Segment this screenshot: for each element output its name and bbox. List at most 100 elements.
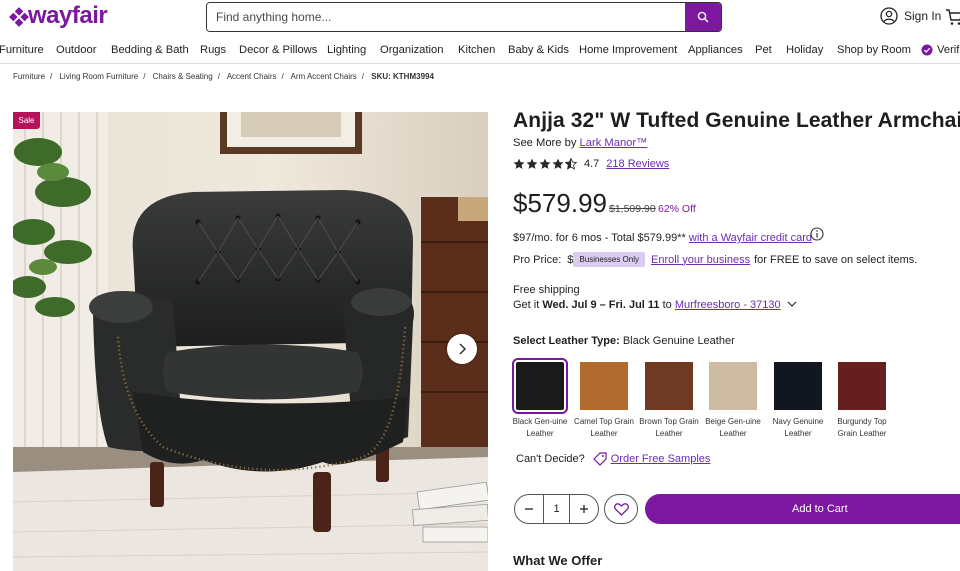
financing-line: $97/mo. for 6 mos - Total $579.99** with… [513,232,812,244]
financing-text: $97/mo. for 6 mos - Total $579.99** [513,232,686,244]
favorite-button[interactable] [604,494,638,524]
sign-in-label: Sign In [904,9,942,23]
breadcrumb-item[interactable]: Chairs & Seating [153,72,213,81]
swatch-label: Brown Top Grain Leather [639,417,699,438]
minus-icon [524,508,533,510]
nav-item-shop-by-room[interactable]: Shop by Room [837,44,911,56]
nav-item-lighting[interactable]: Lighting [327,44,366,56]
cant-decide-label: Can't Decide? [516,453,585,465]
delivery-estimate: Get it Wed. Jul 9 – Fri. Jul 11 to Murfr… [513,299,797,311]
nav-item-appliances[interactable]: Appliances [688,44,743,56]
nav-item-baby-kids[interactable]: Baby & Kids [508,44,569,56]
verified-badge-icon [921,44,933,56]
samples-line: Can't Decide? Order Free Samples [516,452,710,466]
swatch-label: Camel Top Grain Leather [574,417,634,438]
brand-link[interactable]: Lark Manor™ [580,137,648,149]
decrease-quantity-button[interactable] [515,495,543,523]
star-rating [513,158,578,170]
delivery-location-link[interactable]: Murfreesboro - 37130 [675,299,781,311]
pro-price-line: Pro Price: $ Businesses Only Enroll your… [513,252,917,267]
enroll-business-link[interactable]: Enroll your business [651,254,750,266]
nav-item-holiday[interactable]: Holiday [786,44,823,56]
leather-type-heading: Select Leather Type: Black Genuine Leath… [513,335,735,347]
quantity-stepper: 1 [514,494,599,524]
reviews-link[interactable]: 218 Reviews [606,158,669,170]
nav-item-outdoor[interactable]: Outdoor [56,44,96,56]
nav-item-pet[interactable]: Pet [755,44,772,56]
sale-badge: Sale [13,112,40,129]
nav-item-decor-pillows[interactable]: Decor & Pillows [239,44,317,56]
wayfair-logo[interactable]: wayfair [9,2,108,30]
order-samples-link[interactable]: Order Free Samples [611,453,711,465]
what-we-offer-heading: What We Offer [513,553,603,568]
select-leather-label: Select Leather Type: [513,335,620,347]
add-to-cart-label: Add to Cart [792,503,848,515]
sale-price: $579.99 [513,188,607,218]
breadcrumb: Furniture / Living Room Furniture / Chairs… [13,72,434,81]
star-icon [513,158,525,169]
logo-text: wayfair [28,2,108,29]
search-button[interactable] [685,3,721,31]
account-icon [880,7,898,25]
info-icon [810,227,824,241]
nav-item-home-improvement[interactable]: Home Improvement [579,44,677,56]
delivery-dates: Wed. Jul 9 – Fri. Jul 11 [542,299,660,311]
breadcrumb-item[interactable]: Arm Accent Chairs [291,72,357,81]
add-to-cart-button[interactable]: Add to Cart [645,494,960,524]
credit-card-link[interactable]: with a Wayfair credit card [689,232,812,244]
breadcrumb-item[interactable]: Accent Chairs [227,72,277,81]
nav-item-organization[interactable]: Organization [380,44,443,56]
get-it-label: Get it [513,299,540,311]
sign-in-button[interactable]: Sign In [880,7,941,25]
discount-label: 62% Off [658,203,696,215]
next-image-button[interactable] [447,334,477,364]
armchair-photo [13,112,488,571]
financing-info-button[interactable] [810,227,824,246]
to-label: to [662,299,672,311]
heart-icon [613,502,629,516]
rating-summary: 4.7 218 Reviews [513,158,669,170]
search-input[interactable] [207,3,687,31]
category-nav: Furniture Outdoor Bedding & Bath Rugs De… [0,38,960,64]
brand-line: See More by Lark Manor™ [513,137,647,149]
star-icon [526,158,538,169]
product-image[interactable] [13,112,488,571]
enroll-suffix: for FREE to save on select items. [754,253,918,266]
free-shipping-label: Free shipping [513,284,580,296]
swatch-brown-top-grain-leather[interactable] [645,362,693,410]
plus-icon [580,505,589,513]
logo-pinwheel-icon [9,7,29,27]
nav-item-rugs[interactable]: Rugs [200,44,226,56]
swatch-label: Burgundy Top Grain Leather [837,417,887,438]
star-icon [552,158,564,169]
star-half-icon [565,158,577,170]
cart-icon [946,9,960,25]
cart-button[interactable] [945,8,960,31]
verified-link[interactable]: Verifi [921,44,960,56]
nav-item-bedding-bath[interactable]: Bedding & Bath [111,44,189,56]
nav-item-kitchen[interactable]: Kitchen [458,44,495,56]
breadcrumb-item[interactable]: Living Room Furniture [59,72,138,81]
businesses-only-badge: Businesses Only [573,252,646,267]
tag-icon [592,452,607,466]
search-bar [206,2,722,32]
swatch-beige-genuine-leather[interactable] [709,362,757,410]
swatch-navy-genuine-leather[interactable] [774,362,822,410]
swatch-burgundy-top-grain-leather[interactable] [838,362,886,410]
pro-price-label: Pro Price: [513,253,562,266]
increase-quantity-button[interactable] [570,495,598,523]
nav-item-furniture[interactable]: Furniture [0,44,44,56]
rating-value: 4.7 [584,158,600,170]
swatch-camel-top-grain-leather[interactable] [580,362,628,410]
product-title: Anjja 32" W Tufted Genuine Leather Armch… [513,109,960,132]
site-header: wayfair Sign In [0,0,960,38]
chevron-down-icon[interactable] [787,300,797,308]
original-price: $1,509.90 [609,203,656,215]
swatch-label: Navy Genuine Leather [772,417,824,438]
selected-leather-value: Black Genuine Leather [622,335,735,347]
chevron-right-icon [459,343,467,355]
breadcrumb-item[interactable]: Furniture [13,72,45,81]
swatch-black-genuine-leather[interactable] [512,358,568,414]
swatch-label: Black Gen-uine Leather [512,417,568,438]
quantity-value[interactable]: 1 [542,495,571,523]
